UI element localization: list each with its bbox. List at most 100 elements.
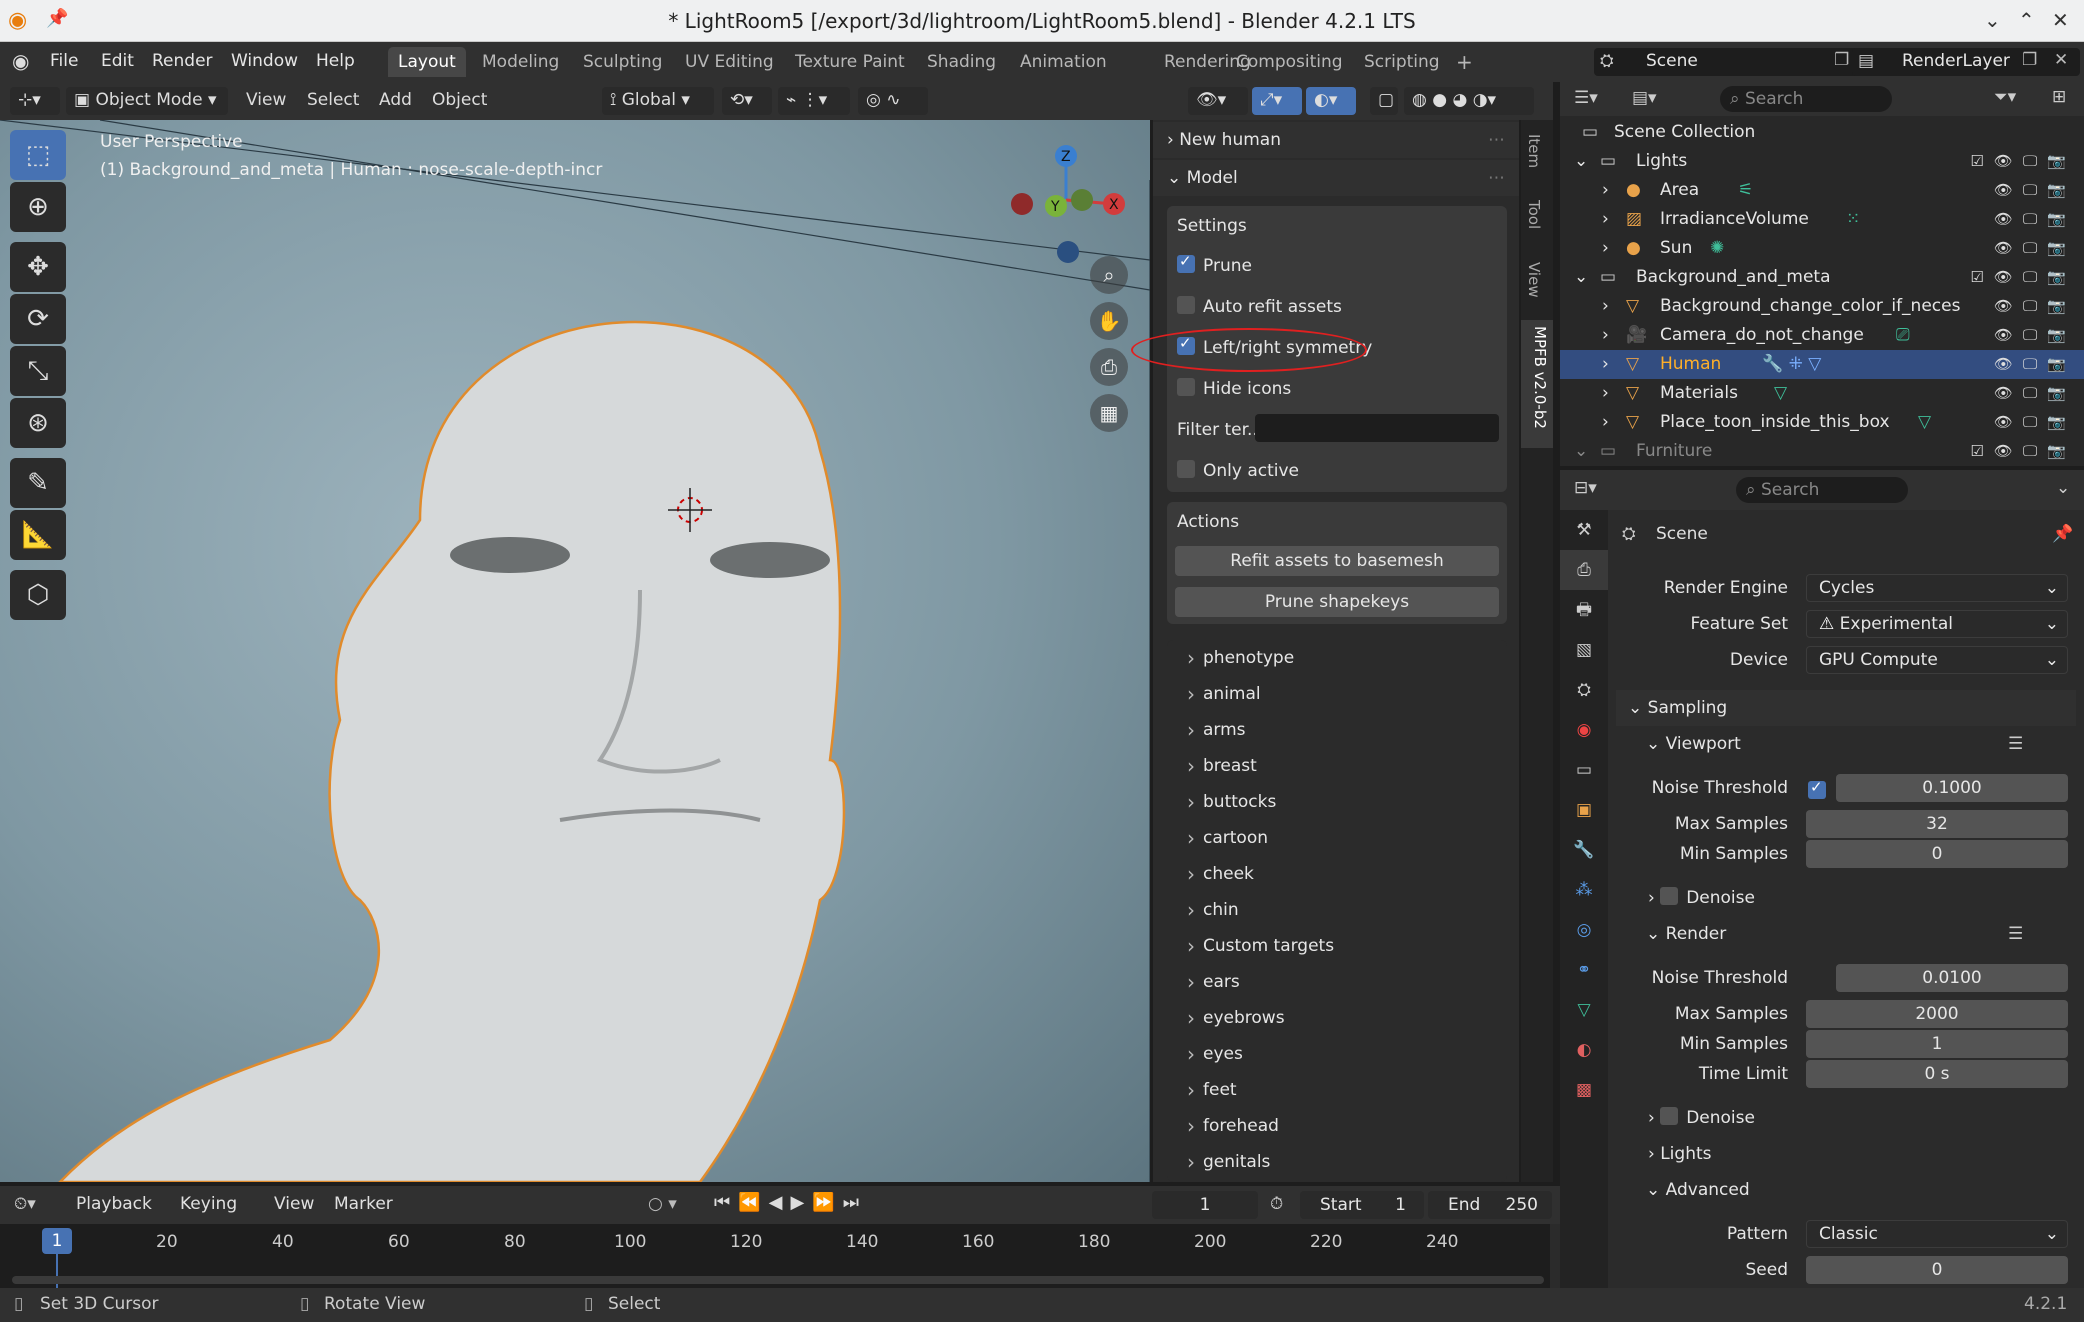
tab-animation[interactable]: Animation <box>1010 47 1117 77</box>
visibility-icon[interactable]: 👁▾ <box>1188 87 1248 115</box>
category-item[interactable]: cartoon <box>1187 826 1268 850</box>
pin-icon[interactable]: 📌 <box>2052 524 2073 544</box>
category-item[interactable]: chin <box>1187 898 1238 922</box>
tool-tab-icon[interactable]: ⚒ <box>1560 510 1608 550</box>
gizmo-toggle-icon[interactable]: ⤢▾ <box>1252 87 1302 115</box>
visibility-toggles[interactable]: 👁🖵📷 <box>1994 297 2076 315</box>
menu-help[interactable]: Help <box>316 51 355 71</box>
transform-orientation-dropdown[interactable]: ⟟ Global ▾ <box>602 87 714 115</box>
outliner-row[interactable]: › ▨ IrradianceVolume ⁙ 👁🖵📷 <box>1560 205 2084 234</box>
category-item[interactable]: breast <box>1187 754 1257 778</box>
category-item[interactable]: eyebrows <box>1187 1006 1284 1030</box>
tab-item[interactable]: Item <box>1525 134 1543 168</box>
visibility-toggles[interactable]: 👁🖵📷 <box>1994 384 2076 402</box>
category-item[interactable]: Custom targets <box>1187 934 1334 958</box>
outliner-search-input[interactable]: ⌕ Search <box>1720 86 1892 112</box>
marker-menu[interactable]: Marker <box>334 1194 393 1214</box>
3d-viewport[interactable]: User Perspective (1) Background_and_meta… <box>0 120 1150 1182</box>
denoise-checkbox[interactable] <box>1660 1107 1679 1125</box>
copy-icon[interactable]: ❐ <box>1834 50 1849 70</box>
category-item[interactable]: buttocks <box>1187 790 1276 814</box>
current-frame-field[interactable]: 1 <box>1152 1191 1258 1219</box>
renderlayer-selector[interactable]: ▤ RenderLayer ❐ ✕ <box>1852 48 2080 76</box>
category-item[interactable]: eyes <box>1187 1042 1243 1066</box>
editor-type-icon[interactable]: ⊹▾ <box>10 87 60 115</box>
viewport-min-samples-field[interactable]: 0 <box>1806 840 2068 868</box>
outliner-row[interactable]: › ▽ Materials ▽ 👁🖵📷 <box>1560 379 2084 408</box>
lights-subpanel[interactable]: › Lights <box>1648 1144 1712 1164</box>
visibility-toggles[interactable]: 👁🖵📷 <box>1994 181 2076 199</box>
render-engine-dropdown[interactable]: Cycles ⌄ <box>1806 574 2068 602</box>
visibility-toggles[interactable]: ☑👁🖵📷 <box>1970 152 2076 170</box>
close-button[interactable]: ✕ <box>2052 8 2069 32</box>
constraints-tab-icon[interactable]: ⚭ <box>1560 950 1608 990</box>
snap-icon[interactable]: ⌁ ⋮▾ <box>778 87 850 115</box>
tab-sculpting[interactable]: Sculpting <box>573 47 672 77</box>
auto-keying-icon[interactable]: ○ ▾ <box>648 1194 677 1214</box>
add-cube-tool-icon[interactable]: ⬡ <box>10 570 66 620</box>
tab-compositing[interactable]: Compositing <box>1226 47 1353 77</box>
auto-refit-checkbox[interactable]: Auto refit assets <box>1177 296 1342 317</box>
mode-dropdown[interactable]: ▣ Object Mode ▾ <box>66 87 228 115</box>
scale-tool-icon[interactable]: ⤡ <box>10 346 66 396</box>
outliner-row[interactable]: › 🎥 Camera_do_not_change ⎚ 👁🖵📷 <box>1560 321 2084 350</box>
move-tool-icon[interactable]: ✥ <box>10 242 66 292</box>
playhead[interactable]: 1 <box>42 1228 72 1254</box>
object-tab-icon[interactable]: ▣ <box>1560 790 1608 830</box>
start-frame-field[interactable]: Start 1 <box>1300 1191 1424 1219</box>
collection-tab-icon[interactable]: ▭ <box>1560 750 1608 790</box>
zoom-icon[interactable]: ⌕ <box>1090 256 1128 294</box>
seed-field[interactable]: 0 <box>1806 1256 2068 1284</box>
sampling-header[interactable]: ⌄ Sampling <box>1628 698 1727 718</box>
perspective-grid-icon[interactable]: ▦ <box>1090 394 1128 432</box>
playback-controls-icon[interactable]: ⏮⏪◀▶⏩⏭ <box>714 1192 867 1213</box>
category-item[interactable]: feet <box>1187 1078 1236 1102</box>
device-dropdown[interactable]: GPU Compute ⌄ <box>1806 646 2068 674</box>
editor-type-icon[interactable]: ☰▾ <box>1574 88 1598 108</box>
render-max-samples-field[interactable]: 2000 <box>1806 1000 2068 1028</box>
particles-tab-icon[interactable]: ⁂ <box>1560 870 1608 910</box>
drag-handle-icon[interactable]: ⋯ <box>1488 130 1505 150</box>
select-box-icon[interactable]: ⬚ <box>10 130 66 180</box>
new-collection-icon[interactable]: ⊞ <box>2052 87 2066 107</box>
close-icon[interactable]: ✕ <box>2054 50 2068 70</box>
playback-menu[interactable]: Playback <box>76 1194 152 1214</box>
annotate-tool-icon[interactable]: ✎ <box>10 458 66 508</box>
tab-tool[interactable]: Tool <box>1525 200 1543 229</box>
refit-assets-button[interactable]: Refit assets to basemesh <box>1175 546 1499 576</box>
tab-scripting[interactable]: Scripting <box>1354 47 1450 77</box>
timeline-scrollbar[interactable] <box>12 1276 1544 1284</box>
visibility-toggles[interactable]: 👁🖵📷 <box>1994 210 2076 228</box>
copy-icon[interactable]: ❐ <box>2022 50 2037 70</box>
timeline-area[interactable]: 1 20 40 60 80 100 120 140 160 180 200 22… <box>0 1224 1550 1288</box>
viewport-denoise-subpanel[interactable]: › Denoise <box>1648 887 1755 908</box>
category-item[interactable]: ears <box>1187 970 1240 994</box>
xray-icon[interactable]: ▢ <box>1370 87 1398 115</box>
properties-search-input[interactable]: ⌕ Search <box>1736 477 1908 503</box>
display-mode-icon[interactable]: ▤▾ <box>1632 88 1657 108</box>
tab-view[interactable]: View <box>1525 262 1543 298</box>
camera-view-icon[interactable]: ⎙ <box>1090 348 1128 386</box>
advanced-subpanel[interactable]: ⌄ Advanced <box>1646 1180 1750 1200</box>
world-tab-icon[interactable]: ◉ <box>1560 710 1608 750</box>
data-tab-icon[interactable]: ▽ <box>1560 990 1608 1030</box>
render-noise-threshold-field[interactable]: 0.0100 <box>1836 964 2068 992</box>
visibility-toggles[interactable]: ☑👁🖵📷 <box>1970 442 2076 460</box>
outliner-row[interactable]: ⌄ ▭ Background_and_meta ☑👁🖵📷 <box>1560 263 2084 292</box>
material-tab-icon[interactable]: ◐ <box>1560 1030 1608 1070</box>
keying-menu[interactable]: Keying <box>180 1194 237 1214</box>
measure-tool-icon[interactable]: 📐 <box>10 510 66 560</box>
scene-tab-icon[interactable]: ⛭ <box>1560 670 1608 710</box>
editor-type-icon[interactable]: ⏲▾ <box>14 1194 36 1214</box>
filter-input[interactable] <box>1255 414 1499 442</box>
outliner-row[interactable]: ⌄ ▭ Furniture ☑👁🖵📷 <box>1560 437 2084 466</box>
viewport-max-samples-field[interactable]: 32 <box>1806 810 2068 838</box>
menu-file[interactable]: File <box>50 51 78 71</box>
menu-view[interactable]: View <box>246 90 286 110</box>
prune-checkbox[interactable]: Prune <box>1177 252 1252 276</box>
category-item[interactable]: animal <box>1187 682 1261 706</box>
render-min-samples-field[interactable]: 1 <box>1806 1030 2068 1058</box>
outliner-row[interactable]: ▭ Scene Collection <box>1560 118 2084 147</box>
editor-type-icon[interactable]: ⊟▾ <box>1574 478 1597 498</box>
view-layer-tab-icon[interactable]: ▧ <box>1560 630 1608 670</box>
